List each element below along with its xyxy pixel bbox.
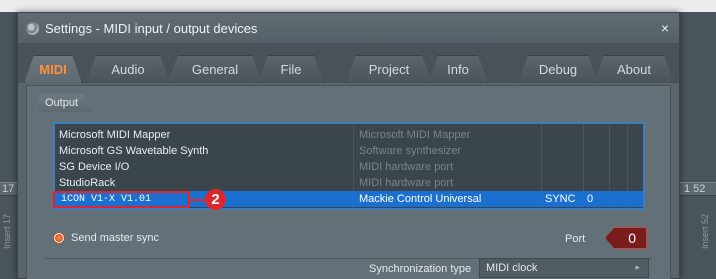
device-name: Microsoft GS Wavetable Synth (59, 145, 209, 157)
close-button[interactable]: × (661, 20, 669, 36)
tab-project[interactable]: Project (346, 55, 432, 83)
device-row[interactable]: Microsoft MIDI Mapper Microsoft MIDI Map… (55, 127, 643, 143)
sync-type-select[interactable]: MIDI clock ▸ (479, 258, 649, 278)
device-port: 0 (587, 193, 594, 205)
tab-audio[interactable]: Audio (86, 55, 170, 83)
device-row[interactable]: Microsoft GS Wavetable Synth Software sy… (55, 143, 643, 159)
settings-gear-icon (26, 21, 39, 35)
annotation-connector (190, 199, 206, 201)
tab-about[interactable]: About (594, 55, 674, 83)
send-master-sync-label: Send master sync (71, 232, 160, 244)
chevron-right-icon: ▸ (635, 262, 640, 272)
annotation-highlight-box (53, 191, 190, 208)
device-name: SG Device I/O (59, 161, 130, 173)
midi-settings-panel: Output Microsoft MIDI Mapper Microsoft M… (26, 85, 671, 279)
annotation-badge: 2 (205, 189, 226, 210)
background-mixer-right (680, 12, 716, 279)
tab-debug[interactable]: Debug (518, 55, 598, 83)
device-name: Microsoft MIDI Mapper (59, 129, 171, 141)
port-value-box[interactable]: 0 (605, 227, 647, 249)
device-row[interactable]: StudioRack MIDI hardware port (55, 175, 643, 191)
mixer-track-number-left: 17 (2, 183, 15, 195)
mixer-insert-label-left: Insert 17 (2, 214, 12, 250)
tab-file[interactable]: File (258, 55, 324, 83)
device-type: Mackie Control Universal (359, 193, 482, 205)
device-type: Software synthesizer (359, 145, 462, 157)
tab-midi[interactable]: MIDI (24, 55, 82, 83)
port-label: Port (565, 233, 586, 245)
settings-window: Settings - MIDI input / output devices ×… (17, 12, 680, 279)
output-section-label: Output (39, 94, 92, 112)
tab-general[interactable]: General (168, 55, 262, 83)
tab-bar: MIDI Audio General File Project Info Deb… (18, 43, 679, 83)
sync-type-label: Synchronization type (369, 263, 472, 275)
device-sync: SYNC (545, 193, 576, 205)
window-title: Settings - MIDI input / output devices (45, 20, 258, 36)
mixer-insert-label-right: Insert 52 (700, 214, 710, 250)
device-name: StudioRack (59, 177, 116, 189)
device-type: Microsoft MIDI Mapper (359, 129, 471, 141)
send-master-sync-toggle[interactable]: Send master sync (53, 230, 159, 246)
device-row[interactable]: SG Device I/O MIDI hardware port (55, 159, 643, 175)
device-type: MIDI hardware port (359, 177, 454, 189)
device-type: MIDI hardware port (359, 161, 454, 173)
title-bar[interactable]: Settings - MIDI input / output devices × (18, 13, 679, 43)
sync-type-value: MIDI clock (486, 262, 538, 274)
background-band (0, 0, 716, 12)
mixer-track-number-right: 1 52 (684, 183, 706, 195)
radio-icon[interactable] (53, 232, 65, 244)
tab-info[interactable]: Info (428, 55, 488, 83)
